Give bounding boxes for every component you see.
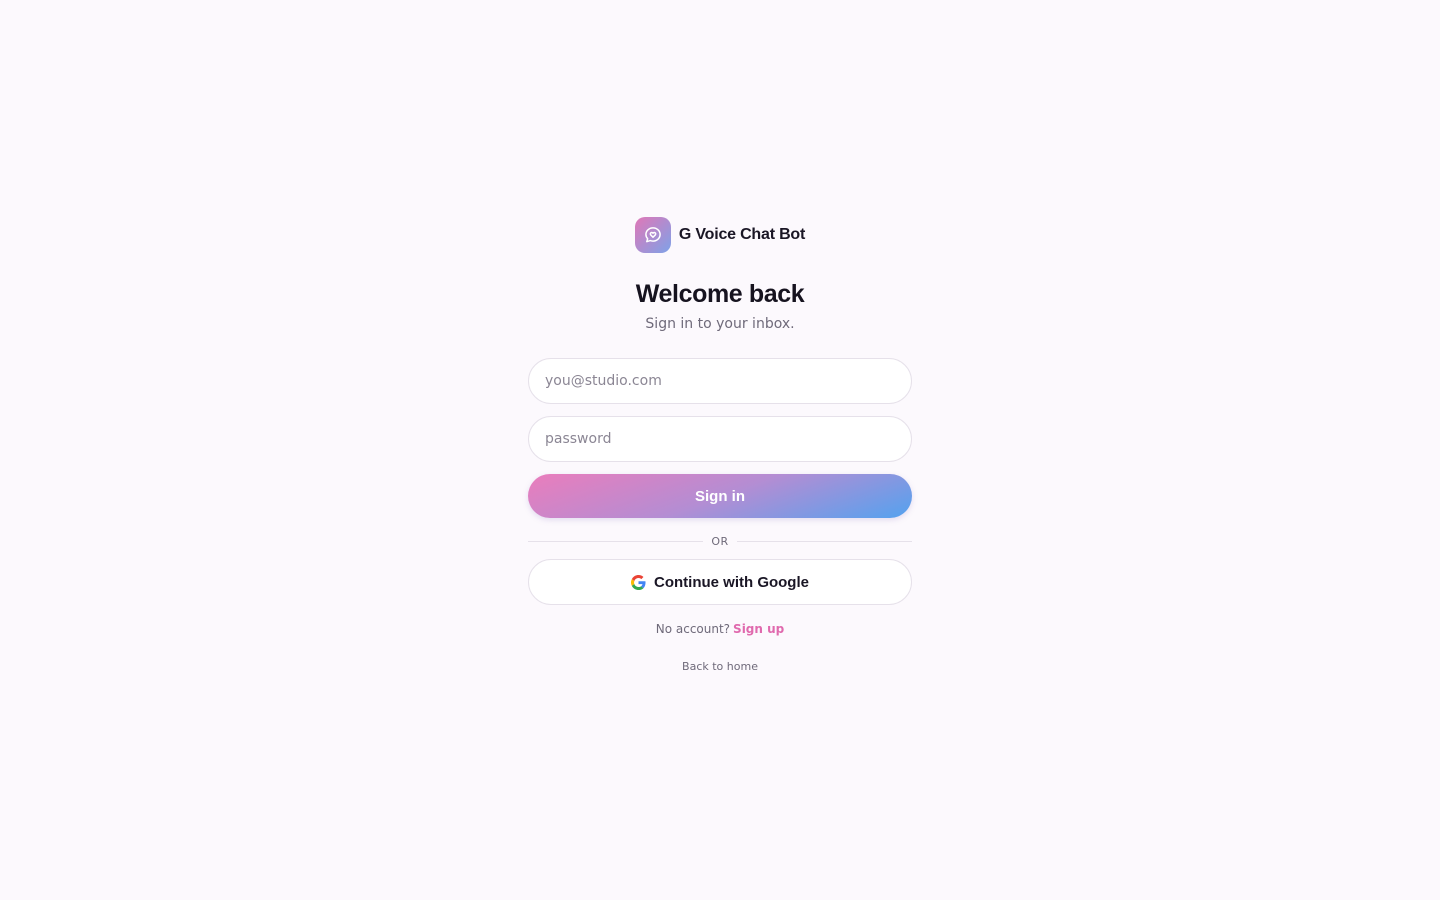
google-icon [631, 574, 646, 590]
password-input[interactable] [528, 416, 912, 462]
page-title: Welcome back [635, 280, 805, 308]
sign-up-link[interactable]: Sign up [733, 622, 784, 636]
email-input[interactable] [528, 358, 912, 404]
continue-with-google-button[interactable]: Continue with Google [528, 559, 912, 605]
divider-label: OR [711, 534, 729, 548]
or-divider: OR [528, 534, 912, 548]
brand-name: G Voice Chat Bot [678, 226, 806, 243]
heart-chat-bubble-icon [634, 217, 671, 253]
signin-card: G Voice Chat Bot Welcome back Sign in to… [528, 217, 912, 674]
no-account-text: No account? [655, 622, 731, 636]
divider-line-left [528, 540, 704, 542]
google-button-label: Continue with Google [654, 573, 809, 591]
sign-in-button[interactable]: Sign in [528, 474, 912, 518]
back-to-home-link[interactable]: Back to home [682, 660, 758, 674]
brand: G Voice Chat Bot [634, 217, 806, 253]
signup-prompt: No account? Sign up [656, 621, 785, 637]
divider-line-right [736, 540, 912, 542]
page-subtitle: Sign in to your inbox. [645, 316, 795, 332]
